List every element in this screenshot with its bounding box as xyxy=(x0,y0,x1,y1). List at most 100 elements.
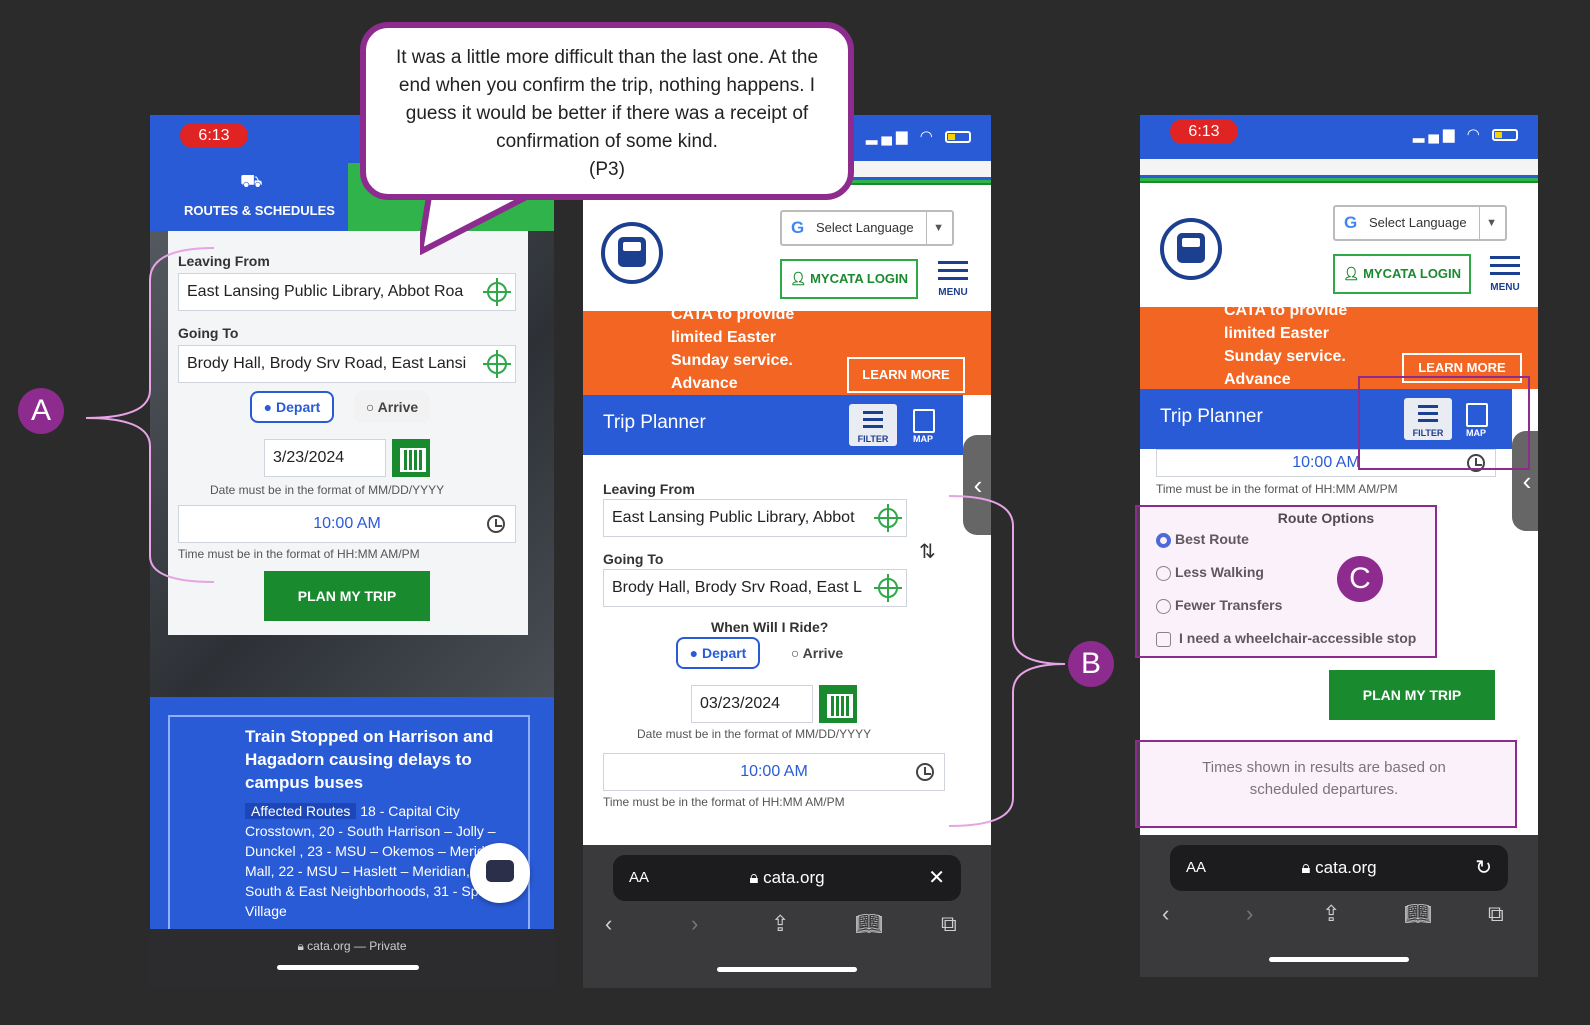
select-language-label: Select Language xyxy=(816,220,914,235)
crosshair-icon[interactable] xyxy=(874,574,902,602)
trip-planner-title: Trip Planner xyxy=(603,412,706,433)
menu-button[interactable]: MENU xyxy=(1485,256,1525,296)
affected-routes-label: Affected Routes xyxy=(245,803,357,819)
close-icon[interactable]: ✕ xyxy=(928,855,945,901)
menu-label: MENU xyxy=(938,287,968,298)
mycata-login-button[interactable]: 👤︎ MYCATA LOGIN xyxy=(1333,254,1471,294)
leaving-from-value: East Lansing Public Library, Abbot Roa xyxy=(187,283,464,300)
trip-planner-title: Trip Planner xyxy=(1160,406,1263,427)
url-text: cata.org xyxy=(1315,858,1377,877)
reload-icon[interactable]: ↻ xyxy=(1475,845,1492,891)
time-value: 10:00 AM xyxy=(313,515,381,532)
leaving-from-input[interactable]: East Lansing Public Library, Abbot Roa xyxy=(178,273,516,311)
time-input[interactable]: 10:00 AM xyxy=(603,753,945,791)
brace-a xyxy=(85,247,215,583)
going-to-label: Going To xyxy=(603,551,664,567)
when-will-i-ride-label: When Will I Ride? xyxy=(711,619,829,635)
cata-logo[interactable] xyxy=(601,222,663,284)
learn-more-button[interactable]: LEARN MORE xyxy=(847,357,965,393)
home-indicator xyxy=(277,965,419,970)
login-label: MYCATA LOGIN xyxy=(810,271,909,286)
tabs-icon[interactable]: ⧉ xyxy=(1488,901,1504,927)
bookmarks-icon[interactable]: 📖︎ xyxy=(1404,901,1432,927)
private-url-bar[interactable]: 🔒︎ cata.org — Private xyxy=(150,929,554,988)
url-bar[interactable]: AA 🔒︎ cata.org ↻ xyxy=(1170,845,1508,891)
back-icon[interactable]: ‹ xyxy=(605,911,612,937)
plan-my-trip-button[interactable]: PLAN MY TRIP xyxy=(1329,670,1495,720)
arrive-radio[interactable]: ○ Arrive xyxy=(354,391,430,423)
time-hint: Time must be in the format of HH:MM AM/P… xyxy=(1156,482,1398,496)
hamburger-icon xyxy=(1490,256,1520,278)
quote-participant: (P3) xyxy=(589,159,625,180)
crosshair-icon[interactable] xyxy=(874,504,902,532)
login-label: MYCATA LOGIN xyxy=(1363,266,1462,281)
affected-routes-value: 18 - Capital City Crosstown, 20 - South … xyxy=(245,803,511,919)
crosshair-icon[interactable] xyxy=(483,350,511,378)
alert-text: CATA to provide limited Easter Sunday se… xyxy=(1224,302,1348,388)
going-to-input[interactable]: Brody Hall, Brody Srv Road, East Lansi xyxy=(178,345,516,383)
route-icon: ⛟ xyxy=(240,171,263,191)
home-indicator xyxy=(1269,957,1409,962)
date-hint: Date must be in the format of MM/DD/YYYY xyxy=(210,483,445,497)
signal-wifi-battery-icon: ▂▄▆ ◠ xyxy=(1413,125,1518,143)
time-hint: Time must be in the format of HH:MM AM/P… xyxy=(603,795,845,809)
chat-icon[interactable] xyxy=(470,843,530,903)
highlight-filter-map xyxy=(1358,376,1530,470)
map-button[interactable]: MAP xyxy=(903,404,943,446)
google-icon: G xyxy=(791,218,805,237)
share-icon[interactable]: ⇪ xyxy=(1322,901,1340,927)
filter-button[interactable]: FILTER xyxy=(849,404,897,446)
time-value: 10:00 AM xyxy=(1292,454,1360,471)
swap-icon[interactable]: ⇅ xyxy=(919,539,936,564)
leaving-from-input[interactable]: East Lansing Public Library, Abbot xyxy=(603,499,907,537)
arrive-radio[interactable]: ○ Arrive xyxy=(779,637,855,669)
depart-label: Depart xyxy=(702,645,747,661)
going-to-value: Brody Hall, Brody Srv Road, East Lansi xyxy=(187,355,467,372)
cata-logo[interactable] xyxy=(1160,218,1222,280)
tabs-icon[interactable]: ⧉ xyxy=(941,911,957,937)
date-input[interactable]: 3/23/2024 xyxy=(264,439,386,477)
depart-label: Depart xyxy=(276,399,321,415)
alert-banner: CATA to provide limited Easter Sunday se… xyxy=(583,306,991,395)
going-to-input[interactable]: Brody Hall, Brody Srv Road, East L xyxy=(603,569,907,607)
menu-button[interactable]: MENU xyxy=(933,261,973,301)
highlight-route-options xyxy=(1135,505,1437,658)
home-indicator xyxy=(717,967,857,972)
mycata-login-button[interactable]: 👤︎ MYCATA LOGIN xyxy=(780,259,918,299)
google-icon: G xyxy=(1344,213,1358,232)
calendar-icon[interactable] xyxy=(819,685,857,723)
depart-radio[interactable]: ● Depart xyxy=(250,391,334,423)
alert-title[interactable]: Train Stopped on Harrison and Hagadorn c… xyxy=(245,725,515,794)
url-text: cata.org xyxy=(763,868,825,887)
url-bar[interactable]: AA 🔒︎ cata.org ✕ xyxy=(613,855,961,901)
calendar-icon[interactable] xyxy=(392,439,430,477)
clock-icon[interactable] xyxy=(916,763,934,781)
reader-aa-button[interactable]: AA xyxy=(629,855,649,901)
safari-toolbar: AA 🔒︎ cata.org ✕ ‹ › ⇪ 📖︎ ⧉ xyxy=(583,845,991,988)
label-b: B xyxy=(1068,641,1114,687)
bookmarks-icon[interactable]: 📖︎ xyxy=(855,911,883,937)
participant-quote-bubble: It was a little more difficult than the … xyxy=(360,22,854,200)
label-a: A xyxy=(18,388,64,434)
time-input[interactable]: 10:00 AM xyxy=(178,505,516,543)
clock-icon[interactable] xyxy=(487,515,505,533)
chevron-down-icon: ▼ xyxy=(926,212,944,244)
user-icon: 👤︎ xyxy=(789,271,807,286)
arrive-label: Arrive xyxy=(377,399,419,415)
forward-icon[interactable]: › xyxy=(1246,901,1253,927)
select-language-dropdown[interactable]: G Select Language ▼ xyxy=(1333,205,1507,241)
select-language-dropdown[interactable]: G Select Language ▼ xyxy=(780,210,954,246)
share-icon[interactable]: ⇪ xyxy=(771,911,789,937)
crosshair-icon[interactable] xyxy=(483,278,511,306)
date-input[interactable]: 03/23/2024 xyxy=(691,685,813,723)
forward-icon[interactable]: › xyxy=(691,911,698,937)
tab-routes-schedules[interactable]: ⛟ ROUTES & SCHEDULES xyxy=(150,163,348,231)
going-to-value: Brody Hall, Brody Srv Road, East L xyxy=(612,579,862,596)
signal-wifi-battery-icon: ▂▄▆ ◠ xyxy=(866,127,971,145)
depart-radio[interactable]: ● Depart xyxy=(676,637,760,669)
status-time: 6:13 xyxy=(1170,119,1238,144)
quote-text: It was a little more difficult than the … xyxy=(395,47,819,152)
plan-my-trip-button[interactable]: PLAN MY TRIP xyxy=(264,571,430,621)
reader-aa-button[interactable]: AA xyxy=(1186,845,1206,891)
back-icon[interactable]: ‹ xyxy=(1162,901,1169,927)
